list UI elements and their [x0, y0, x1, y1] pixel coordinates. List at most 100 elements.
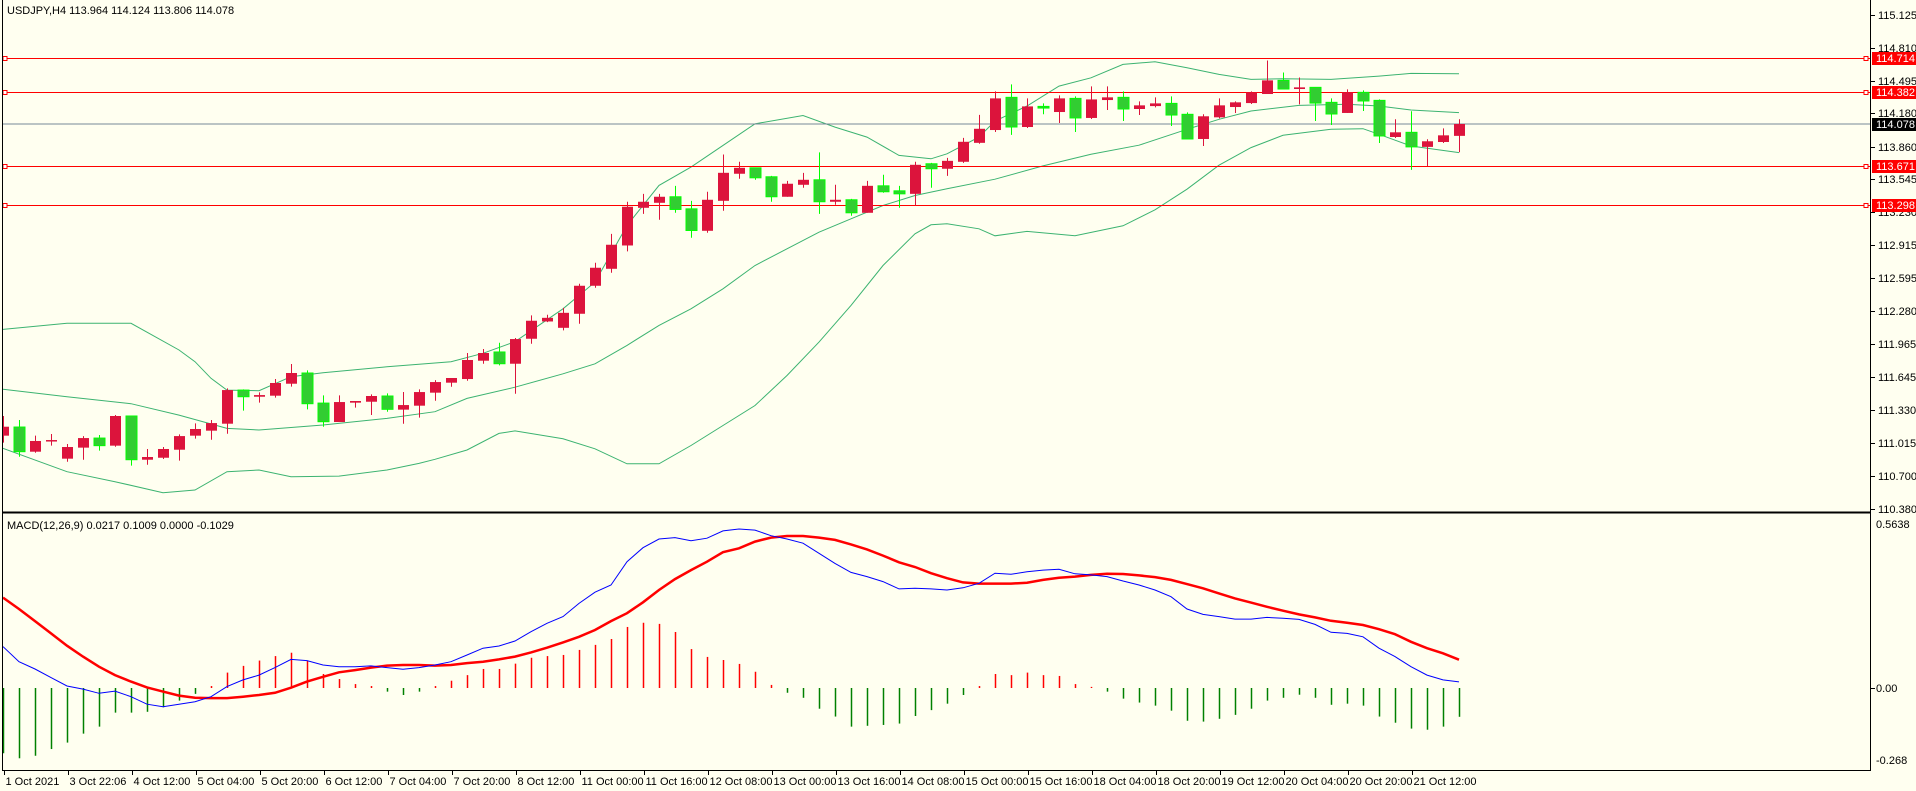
time-tick-label: 19 Oct 12:00 — [1222, 776, 1285, 788]
level-handle-left[interactable] — [2, 56, 8, 61]
candle-body — [654, 196, 665, 203]
candle-body — [237, 389, 250, 398]
level-handle-left[interactable] — [2, 203, 8, 208]
bull-candle — [622, 201, 633, 252]
candle-body — [1086, 99, 1097, 118]
price-chart[interactable]: 115.125114.810114.495114.180113.860113.5… — [0, 0, 1916, 791]
candle-body — [446, 377, 457, 383]
candle-body — [1117, 96, 1130, 110]
time-tick-label: 18 Oct 04:00 — [1094, 776, 1157, 788]
chart-title: USDJPY,H4 113.964 114.124 113.806 114.07… — [7, 5, 234, 17]
candle-body — [317, 402, 330, 423]
candle-body — [1262, 80, 1273, 95]
candle-body — [1246, 92, 1257, 104]
time-tick-label: 20 Oct 20:00 — [1350, 776, 1413, 788]
price-tick-label: 112.280 — [1878, 306, 1916, 318]
price-tick-label: 111.330 — [1878, 405, 1916, 417]
candle-body — [478, 353, 489, 361]
level-price-tag-text: 113.298 — [1876, 200, 1915, 212]
candle-body — [1422, 141, 1433, 147]
candle-body — [1069, 97, 1082, 119]
candle-body — [622, 206, 633, 246]
candle-body — [366, 396, 377, 402]
candle-body — [174, 436, 185, 450]
candle-body — [1181, 113, 1194, 140]
candle-body — [685, 208, 698, 231]
candle-body — [398, 405, 409, 410]
bull-candle — [1246, 91, 1257, 105]
candle-body — [606, 244, 617, 269]
candle-body — [765, 176, 778, 198]
candle-body — [1150, 103, 1161, 107]
candle-body — [13, 426, 26, 453]
candle-body — [1165, 102, 1178, 116]
candle-body — [30, 440, 41, 452]
level-handle-right[interactable] — [1863, 56, 1869, 61]
time-tick-label: 21 Oct 12:00 — [1414, 776, 1477, 788]
level-handle-right[interactable] — [1863, 90, 1869, 95]
bear-candle — [845, 198, 858, 216]
level-handle-right[interactable] — [1863, 203, 1869, 208]
candle-body — [1134, 105, 1145, 110]
candle-body — [62, 447, 73, 459]
macd-tick-label: -0.268 — [1876, 755, 1907, 767]
chart-background — [0, 0, 1916, 791]
candle-body — [158, 448, 169, 458]
candle-body — [1309, 86, 1322, 104]
candle-body — [46, 440, 57, 442]
time-tick-label: 15 Oct 00:00 — [966, 776, 1029, 788]
price-tick-label: 110.700 — [1878, 471, 1916, 483]
candle-body — [958, 141, 969, 162]
candle-body — [542, 317, 553, 322]
candle-body — [1005, 96, 1018, 128]
candle-body — [1438, 135, 1449, 143]
candle-body — [526, 320, 537, 339]
candle-body — [925, 163, 938, 170]
candle-body — [702, 199, 713, 231]
time-tick-label: 15 Oct 16:00 — [1030, 776, 1093, 788]
level-handle-left[interactable] — [2, 90, 8, 95]
candle-body — [493, 351, 506, 365]
bear-candle — [1181, 112, 1194, 140]
level-handle-right[interactable] — [1863, 164, 1869, 169]
candle-body — [638, 201, 649, 208]
candle-body — [893, 190, 906, 195]
macd-tick-label: 0.5638 — [1876, 519, 1910, 531]
candle-body — [1230, 102, 1241, 108]
time-tick-label: 11 Oct 16:00 — [646, 776, 708, 788]
candle-body — [334, 402, 345, 423]
candle-body — [1342, 92, 1353, 113]
candle-body — [1294, 87, 1305, 90]
bear-candle — [301, 370, 314, 410]
candle-body — [813, 179, 826, 203]
candle-body — [142, 457, 153, 460]
level-handle-left[interactable] — [2, 164, 8, 169]
candle-body — [749, 167, 762, 179]
time-tick-label: 20 Oct 04:00 — [1286, 776, 1349, 788]
candle-body — [430, 382, 441, 393]
bear-candle — [749, 167, 762, 180]
bear-candle — [1373, 99, 1386, 143]
bull-candle — [110, 415, 121, 447]
price-tick-label: 113.860 — [1878, 142, 1916, 154]
macd-label: MACD(12,26,9) 0.0217 0.1009 0.0000 -0.10… — [7, 520, 234, 532]
candle-body — [1277, 79, 1290, 90]
candle-body — [78, 438, 89, 448]
candle-body — [798, 179, 809, 185]
candle-body — [1022, 106, 1033, 128]
candle-body — [990, 98, 1001, 131]
price-tick-label: 113.545 — [1878, 174, 1916, 186]
time-tick-label: 3 Oct 22:06 — [70, 776, 127, 788]
candle-body — [190, 429, 201, 436]
time-tick-label: 7 Oct 20:00 — [454, 776, 511, 788]
candle-body — [862, 185, 873, 213]
candle-body — [574, 285, 585, 314]
candle-body — [254, 395, 265, 397]
price-tick-label: 112.915 — [1878, 240, 1916, 252]
time-tick-label: 8 Oct 12:00 — [518, 776, 575, 788]
candle-body — [558, 312, 569, 328]
candle-body — [942, 160, 953, 169]
time-tick-label: 18 Oct 20:00 — [1158, 776, 1221, 788]
candle-body — [462, 359, 473, 380]
candle-body — [301, 372, 314, 405]
